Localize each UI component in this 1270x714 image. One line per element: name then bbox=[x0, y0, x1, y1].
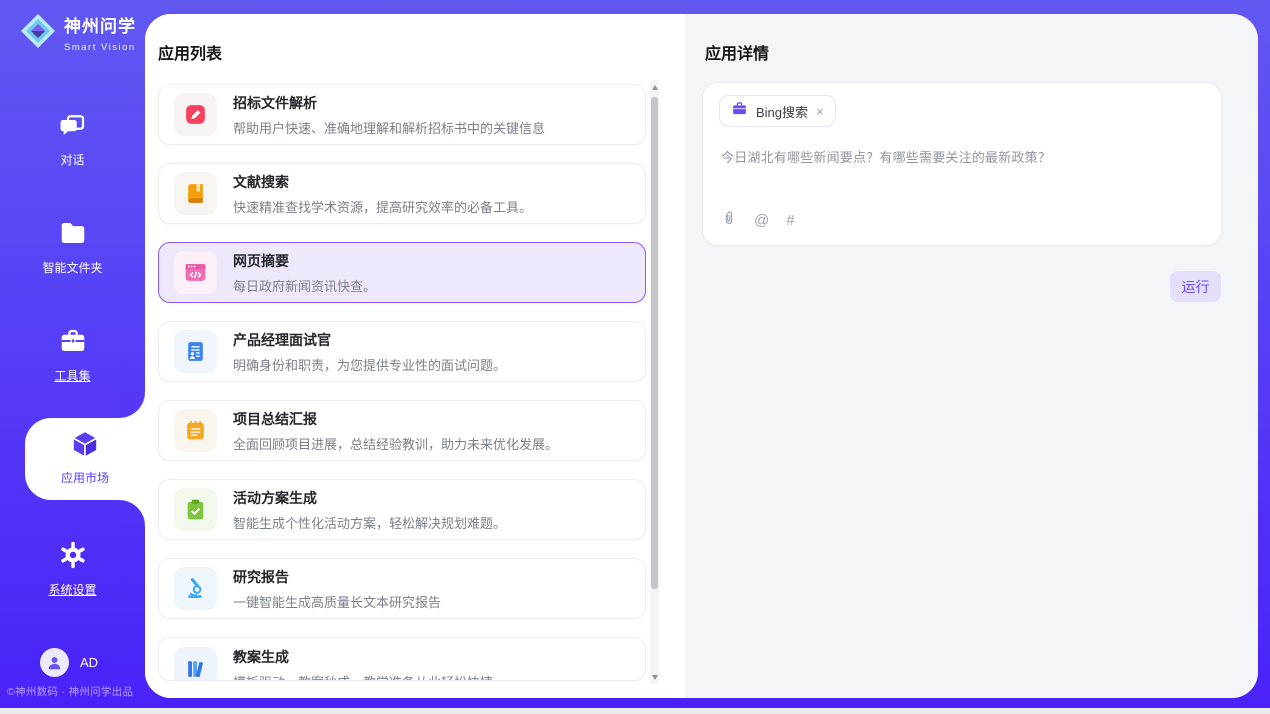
browser-code-icon bbox=[174, 251, 217, 294]
sidebar-item-label: 对话 bbox=[0, 151, 145, 168]
document-person-icon bbox=[174, 330, 217, 373]
app-name: 网页摘要 bbox=[233, 251, 376, 271]
composer-toolbar: @ # bbox=[721, 209, 795, 232]
app-desc: 一键智能生成高质量长文本研究报告 bbox=[233, 592, 441, 611]
sidebar-item-label: 智能文件夹 bbox=[0, 259, 145, 276]
tool-tag-bing-search[interactable]: Bing搜索 × bbox=[719, 95, 836, 127]
sidebar-item-toolset[interactable]: 工具集 bbox=[0, 326, 145, 384]
app-card-event-plan[interactable]: 活动方案生成 智能生成个性化活动方案，轻松解决规划难题。 bbox=[158, 479, 646, 540]
list-scrollbar[interactable] bbox=[650, 80, 659, 684]
sidebar-item-smart-folder[interactable]: 智能文件夹 bbox=[0, 218, 145, 276]
cube-icon bbox=[69, 447, 101, 464]
scroll-down-arrow-icon[interactable] bbox=[650, 670, 659, 684]
books-icon bbox=[174, 647, 217, 681]
app-list-title: 应用列表 bbox=[158, 40, 222, 64]
attachment-icon[interactable] bbox=[721, 209, 737, 232]
app-card-bid-analysis[interactable]: 招标文件解析 帮助用户快速、准确地理解和解析招标书中的关键信息 bbox=[158, 84, 646, 145]
prompt-input[interactable]: 今日湖北有哪些新闻要点？有哪些需要关注的最新政策？ bbox=[721, 147, 1205, 166]
app-list-panel: 应用列表 招标文件解析 帮助用户快速、准确地理解和解析招标书中的关键信息 bbox=[145, 14, 685, 698]
app-desc: 全面回顾项目进展，总结经验教训，助力未来优化发展。 bbox=[233, 434, 558, 453]
avatar bbox=[40, 648, 69, 677]
app-name: 项目总结汇报 bbox=[233, 409, 558, 429]
app-card-literature-search[interactable]: 文献搜索 快速精准查找学术资源，提高研究效率的必备工具。 bbox=[158, 163, 646, 224]
brand-logo: 神州问学 Smart Vision bbox=[18, 11, 136, 56]
sidebar-item-label: 工具集 bbox=[0, 367, 145, 384]
sidebar-item-label: 应用市场 bbox=[25, 469, 145, 486]
tag-close-icon[interactable]: × bbox=[816, 105, 824, 118]
sidebar-item-chat[interactable]: 对话 bbox=[0, 110, 145, 168]
app-card-list: 招标文件解析 帮助用户快速、准确地理解和解析招标书中的关键信息 文献搜索 bbox=[158, 84, 646, 698]
app-detail-panel: 应用详情 Bing搜索 × 今日湖北有哪些新闻要点？有哪些需要关注的最新政策？ bbox=[685, 14, 1258, 698]
prompt-composer[interactable]: Bing搜索 × 今日湖北有哪些新闻要点？有哪些需要关注的最新政策？ @ # bbox=[702, 82, 1222, 246]
app-name: 产品经理面试官 bbox=[233, 330, 506, 350]
app-detail-title: 应用详情 bbox=[705, 40, 769, 64]
run-button[interactable]: 运行 bbox=[1170, 271, 1221, 302]
copyright-footer: ©神州数码 · 神州问学出品 bbox=[7, 684, 157, 699]
app-desc: 快速精准查找学术资源，提高研究效率的必备工具。 bbox=[233, 197, 532, 216]
tool-tag-label: Bing搜索 bbox=[756, 102, 808, 121]
chat-icon bbox=[58, 127, 88, 144]
app-name: 研究报告 bbox=[233, 567, 441, 587]
clipboard-check-icon bbox=[174, 488, 217, 531]
app-card-project-summary[interactable]: 项目总结汇报 全面回顾项目进展，总结经验教训，助力未来优化发展。 bbox=[158, 400, 646, 461]
sidebar-item-settings[interactable]: 系统设置 bbox=[0, 540, 145, 598]
folder-icon bbox=[58, 235, 88, 252]
app-name: 教案生成 bbox=[233, 647, 493, 667]
main-panel: 应用列表 招标文件解析 帮助用户快速、准确地理解和解析招标书中的关键信息 bbox=[145, 14, 1258, 698]
edit-document-icon bbox=[174, 93, 217, 136]
brand-name: 神州问学 bbox=[64, 17, 136, 36]
user-name: AD bbox=[80, 655, 98, 670]
mention-icon[interactable]: @ bbox=[754, 212, 769, 229]
sidebar: 神州问学 Smart Vision 对话 智能文件夹 bbox=[0, 0, 145, 708]
sidebar-item-app-market[interactable]: 应用市场 bbox=[25, 418, 145, 500]
user-account[interactable]: AD bbox=[40, 648, 98, 677]
app-card-web-summary[interactable]: 网页摘要 每日政府新闻资讯快查。 bbox=[158, 242, 646, 303]
app-card-lesson-plan[interactable]: 教案生成 模板驱动，教案秒成，教学准备从此轻松快捷 bbox=[158, 637, 646, 681]
app-name: 招标文件解析 bbox=[233, 93, 545, 113]
app-card-research-report[interactable]: 研究报告 一键智能生成高质量长文本研究报告 bbox=[158, 558, 646, 619]
toolbox-icon bbox=[58, 343, 88, 360]
app-name: 文献搜索 bbox=[233, 172, 532, 192]
app-desc: 帮助用户快速、准确地理解和解析招标书中的关键信息 bbox=[233, 118, 545, 137]
brand-subtitle: Smart Vision bbox=[64, 42, 136, 53]
app-desc: 明确身份和职责，为您提供专业性的面试问题。 bbox=[233, 355, 506, 374]
app-name: 活动方案生成 bbox=[233, 488, 506, 508]
hash-icon[interactable]: # bbox=[786, 212, 794, 229]
app-desc: 模板驱动，教案秒成，教学准备从此轻松快捷 bbox=[233, 672, 493, 681]
gear-icon bbox=[58, 557, 88, 574]
scroll-up-arrow-icon[interactable] bbox=[650, 80, 659, 94]
app-desc: 每日政府新闻资讯快查。 bbox=[233, 276, 376, 295]
sidebar-item-label: 系统设置 bbox=[0, 581, 145, 598]
app-window: 神州问学 Smart Vision 对话 智能文件夹 bbox=[0, 0, 1270, 714]
notepad-icon bbox=[174, 409, 217, 452]
scrollbar-thumb[interactable] bbox=[651, 97, 658, 589]
book-icon bbox=[174, 172, 217, 215]
app-desc: 智能生成个性化活动方案，轻松解决规划难题。 bbox=[233, 513, 506, 532]
app-card-pm-interviewer[interactable]: 产品经理面试官 明确身份和职责，为您提供专业性的面试问题。 bbox=[158, 321, 646, 382]
briefcase-icon bbox=[731, 100, 748, 122]
brand-diamond-icon bbox=[18, 11, 58, 56]
microscope-icon bbox=[174, 567, 217, 610]
